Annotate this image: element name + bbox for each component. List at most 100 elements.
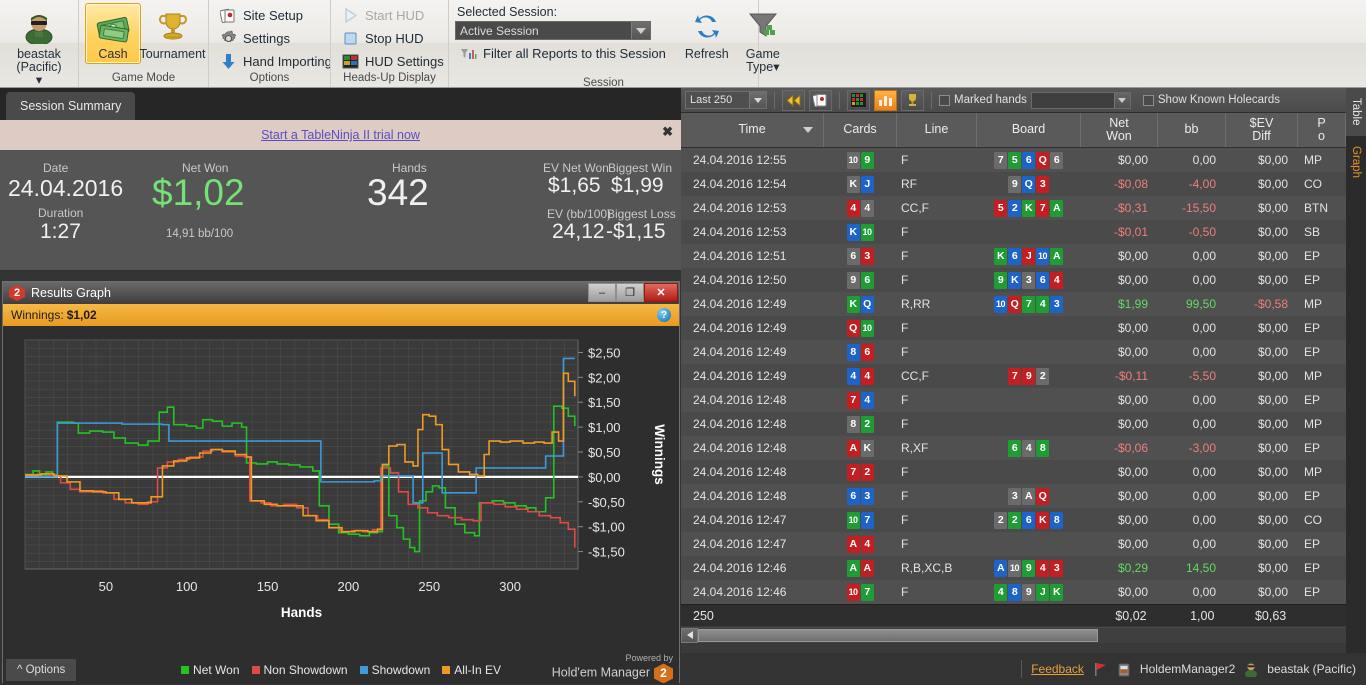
- card-7-h: 7: [1008, 367, 1021, 385]
- table-row[interactable]: 24.04.2016 12:49 4 4 CC,F 7 9 2 -$0,11 -5,50 $0,0…: [681, 364, 1366, 388]
- marked-hands-combo[interactable]: [1030, 91, 1131, 109]
- promo-close-icon[interactable]: ✖: [662, 124, 673, 140]
- cell-cards: AA: [824, 556, 897, 580]
- side-tab-table[interactable]: Table: [1346, 88, 1366, 136]
- selected-session-combo[interactable]: Active Session: [455, 21, 651, 40]
- cell-time: 24.04.2016 12:50: [693, 273, 787, 287]
- table-row[interactable]: 24.04.2016 12:50 9 6 F 9 K 3 6 4 $0,00 0,00 $0,00 EP: [681, 268, 1366, 292]
- table-row[interactable]: 24.04.2016 12:47 A 4 F $0,00 0,00 $0,00 EP: [681, 532, 1366, 556]
- table-row[interactable]: 24.04.2016 12:48 7 4 F $0,00 0,00 $0,00 EP: [681, 388, 1366, 412]
- start-hud-button[interactable]: Start HUD: [337, 5, 442, 26]
- filter-reports-button[interactable]: Filter all Reports to this Session: [455, 43, 671, 64]
- column-header-ev_diff[interactable]: $EV Diff: [1226, 113, 1298, 147]
- site-setup-button[interactable]: Site Setup: [215, 5, 324, 26]
- replayer-button[interactable]: [809, 89, 832, 111]
- cell-line: F: [901, 321, 909, 335]
- cell-line: F: [901, 153, 909, 167]
- table-row[interactable]: 24.04.2016 12:46 10 7 F 4 8 9 J K $0,00 0,00 $0,00 E…: [681, 580, 1366, 604]
- settings-button[interactable]: Settings: [215, 28, 324, 49]
- table-row[interactable]: 24.04.2016 12:46 A A R,B,XC,B A 10 9 4 3 $0,29 14,…: [681, 556, 1366, 580]
- column-header-board[interactable]: Board: [977, 113, 1081, 147]
- card-6-c: 6: [860, 271, 874, 289]
- hero-button[interactable]: beastak (Pacific) ▾: [6, 3, 72, 90]
- game-mode-cash-button[interactable]: Cash: [85, 3, 141, 65]
- scroll-left-button[interactable]: [681, 627, 698, 643]
- winnings-value: $1,02: [66, 308, 97, 322]
- feedback-link[interactable]: Feedback: [1031, 662, 1084, 676]
- refresh-button[interactable]: Refresh: [679, 3, 735, 64]
- chevron-down-icon[interactable]: [1113, 92, 1130, 108]
- ev-net-won-value: $1,65: [548, 174, 601, 197]
- tournament-view-button[interactable]: [901, 89, 924, 111]
- rewind-button[interactable]: [782, 89, 805, 111]
- card-A-c: A: [1050, 247, 1063, 265]
- card-Q-d: Q: [860, 295, 874, 313]
- table-row[interactable]: 24.04.2016 12:53 4 4 CC,F 5 2 K 7 A -$0,31 -15,50 $…: [681, 196, 1366, 220]
- legend-item-3[interactable]: All-In EV: [442, 663, 501, 677]
- hud-settings-button[interactable]: HUD Settings: [337, 51, 444, 72]
- table-row[interactable]: 24.04.2016 12:48 7 2 F $0,00 0,00 $0,00 MP: [681, 460, 1366, 484]
- hero-caret-icon[interactable]: ▾: [36, 73, 42, 87]
- column-header-bb[interactable]: bb: [1158, 113, 1226, 147]
- table-row[interactable]: 24.04.2016 12:53 K 10 F -$0,01 -0,50 $0,00 SB: [681, 220, 1366, 244]
- card-2-c: 2: [860, 415, 874, 433]
- side-tab-graph[interactable]: Graph: [1346, 136, 1366, 188]
- cell-bb: 0,00: [1192, 537, 1216, 551]
- cell-line: RF: [901, 177, 917, 191]
- stop-hud-button[interactable]: Stop HUD: [337, 28, 442, 49]
- column-header-cards[interactable]: Cards: [824, 113, 897, 147]
- grid-horizontal-scrollbar[interactable]: [681, 626, 1366, 643]
- rewind-icon: [786, 93, 801, 107]
- table-row[interactable]: 24.04.2016 12:55 10 9 F 7 5 6 Q 6 $0,00 0,00 $0,00 M…: [681, 148, 1366, 172]
- cell-board: [977, 412, 1081, 436]
- maximize-button[interactable]: ❐: [616, 283, 644, 302]
- game-type-caret-icon[interactable]: ▾: [773, 60, 779, 74]
- hand-importing-button[interactable]: Hand Importing: [215, 51, 332, 72]
- cell-time: 24.04.2016 12:48: [693, 417, 787, 431]
- chevron-down-icon[interactable]: [749, 92, 766, 108]
- table-row[interactable]: 24.04.2016 12:49 K Q R,RR 10 Q 7 4 3 $1,99 99,50 -$…: [681, 292, 1366, 316]
- horizontal-scroll-thumb[interactable]: [698, 628, 1098, 642]
- marked-hands-checkbox[interactable]: [939, 94, 950, 106]
- column-header-position[interactable]: Po: [1298, 113, 1346, 147]
- card-3-d: 3: [860, 487, 874, 505]
- promo-link[interactable]: Start a TableNinja II trial now: [261, 128, 420, 142]
- game-type-button[interactable]: Game Type▾: [735, 3, 791, 77]
- column-header-net_won[interactable]: Net Won: [1081, 113, 1158, 147]
- show-known-holecards-checkbox[interactable]: [1142, 94, 1154, 106]
- legend-item-2[interactable]: Showdown: [359, 663, 430, 677]
- biggest-win-label: Biggest Win: [608, 161, 673, 175]
- tab-session-summary[interactable]: Session Summary: [6, 92, 136, 120]
- table-row[interactable]: 24.04.2016 12:48 8 2 F $0,00 0,00 $0,00 MP: [681, 412, 1366, 436]
- ribbon-group-hero: beastak (Pacific) ▾ Hero: [0, 0, 78, 102]
- card-Q-h: Q: [846, 319, 860, 337]
- table-row[interactable]: 24.04.2016 12:47 10 7 F 2 2 6 K 8 $0,00 0,00 $0,00 C…: [681, 508, 1366, 532]
- cell-time: 24.04.2016 12:47: [693, 537, 787, 551]
- legend-item-1[interactable]: Non Showdown: [251, 663, 348, 677]
- table-row[interactable]: 24.04.2016 12:48 6 3 F 3 A Q $0,00 0,00 $0,00 EP: [681, 484, 1366, 508]
- cell-position: EP: [1304, 441, 1321, 455]
- column-header-line[interactable]: Line: [897, 113, 977, 147]
- table-row[interactable]: 24.04.2016 12:51 6 3 F K 6 J 10 A $0,00 0,00 $0,00 E…: [681, 244, 1366, 268]
- hand-range-combo[interactable]: Last 250: [685, 91, 767, 109]
- hand-matrix-button[interactable]: [847, 89, 870, 111]
- game-mode-tournament-button[interactable]: Tournament: [140, 3, 206, 64]
- powered-by-name: Hold'em Manager: [551, 665, 650, 680]
- graph-view-button[interactable]: [874, 89, 897, 111]
- table-row[interactable]: 24.04.2016 12:49 8 6 F $0,00 0,00 $0,00 EP: [681, 340, 1366, 364]
- legend-item-0[interactable]: Net Won: [181, 663, 240, 677]
- user-avatar-icon: [1244, 661, 1258, 677]
- cell-net-won: $0,00: [1117, 417, 1148, 431]
- session-summary-panel: Date 24.04.2016 Duration 1:27 Net Won $1…: [0, 150, 681, 270]
- sort-descending-icon[interactable]: [803, 127, 813, 133]
- chevron-down-icon[interactable]: [631, 22, 650, 39]
- cell-line: F: [901, 393, 909, 407]
- table-row[interactable]: 24.04.2016 12:48 A K R,XF 6 4 8 -$0,06 -3,00 $0,0…: [681, 436, 1366, 460]
- column-header-time[interactable]: Time: [681, 113, 824, 147]
- table-row[interactable]: 24.04.2016 12:49 Q 10 F $0,00 0,00 $0,00 EP: [681, 316, 1366, 340]
- table-row[interactable]: 24.04.2016 12:54 K J RF 9 Q 3 -$0,08 -4,00 $0,00 C…: [681, 172, 1366, 196]
- minimize-button[interactable]: –: [588, 283, 616, 302]
- promo-banner: Start a TableNinja II trial now ✖: [0, 120, 681, 150]
- help-icon[interactable]: ?: [657, 308, 671, 322]
- close-button[interactable]: ✕: [644, 283, 678, 302]
